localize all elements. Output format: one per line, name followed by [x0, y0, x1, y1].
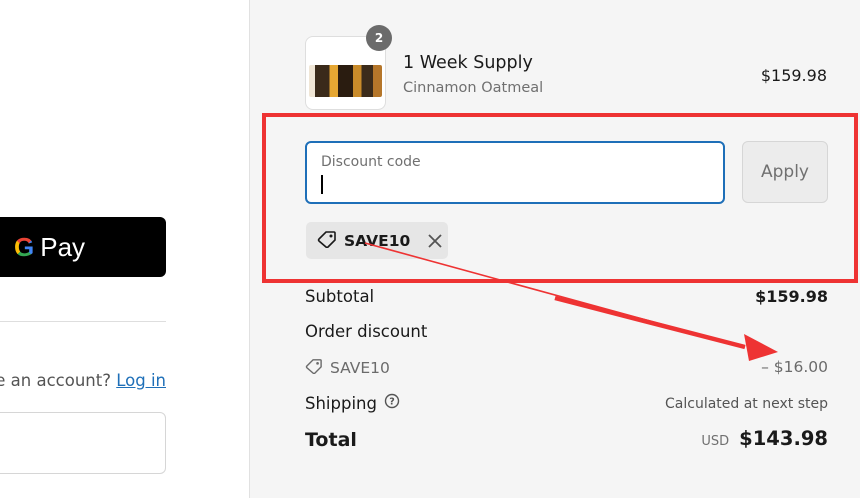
shipping-label: Shipping ?	[305, 393, 400, 413]
subtotal-label: Subtotal	[305, 287, 375, 306]
login-link[interactable]: Log in	[116, 371, 166, 390]
shipping-row: Shipping ? Calculated at next step	[305, 393, 828, 417]
quantity-badge: 2	[366, 25, 392, 51]
discount-line-label: SAVE10	[305, 358, 390, 378]
account-prompt: e an account? Log in	[0, 371, 180, 390]
email-field[interactable]	[0, 412, 166, 474]
subtotal-row: Subtotal $159.98	[305, 287, 828, 311]
discount-line-code: SAVE10	[330, 359, 390, 377]
svg-text:?: ?	[389, 397, 395, 408]
total-value: $143.98	[739, 427, 828, 450]
apply-discount-button[interactable]: Apply	[742, 141, 828, 203]
google-pay-label: Pay	[40, 231, 86, 262]
total-amount: USD $143.98	[701, 427, 828, 450]
discount-amount: – $16.00	[761, 358, 828, 376]
shipping-label-text: Shipping	[305, 393, 377, 413]
subtotal-value: $159.98	[755, 287, 828, 306]
order-discount-row: Order discount	[305, 322, 828, 346]
order-discount-label: Order discount	[305, 322, 428, 341]
remove-discount-close-icon[interactable]	[427, 233, 443, 249]
divider	[0, 321, 166, 322]
google-g-icon: G	[14, 231, 35, 262]
google-pay-button[interactable]: G Pay	[0, 217, 166, 277]
tag-icon	[317, 230, 337, 252]
product-name: 1 Week Supply	[403, 53, 533, 73]
shipping-note: Calculated at next step	[665, 396, 828, 412]
product-thumbnail: 2	[305, 25, 392, 110]
discount-code-input[interactable]	[319, 171, 709, 195]
applied-discount-tag: SAVE10	[306, 222, 448, 259]
applied-discount-code: SAVE10	[344, 231, 411, 250]
total-label: Total	[305, 429, 357, 451]
discount-line-row: SAVE10 – $16.00	[305, 358, 828, 382]
total-row: Total USD $143.98	[305, 427, 828, 457]
tag-icon	[305, 358, 323, 378]
account-prompt-text: e an account?	[0, 371, 111, 390]
discount-code-label: Discount code	[321, 154, 421, 170]
checkout-form-column: G Pay e an account? Log in	[0, 0, 249, 498]
order-summary-panel: 2 1 Week Supply Cinnamon Oatmeal $159.98…	[249, 0, 860, 498]
currency-code: USD	[701, 434, 730, 449]
help-icon[interactable]: ?	[384, 393, 400, 413]
text-cursor	[321, 175, 323, 194]
product-image	[309, 65, 382, 97]
product-variant: Cinnamon Oatmeal	[403, 80, 544, 96]
discount-code-field[interactable]: Discount code	[305, 141, 725, 204]
product-price: $159.98	[760, 66, 827, 85]
